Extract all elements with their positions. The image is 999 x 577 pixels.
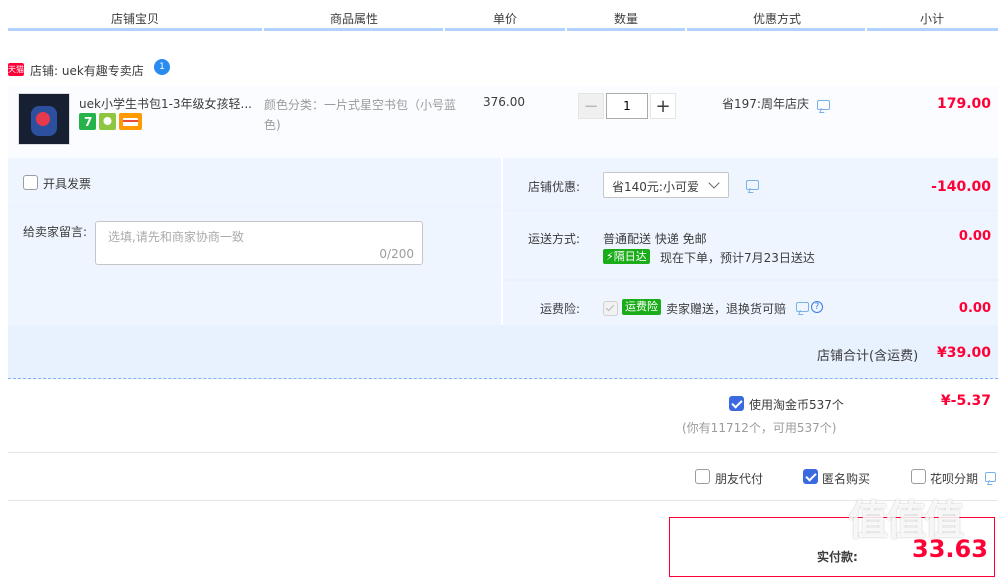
invoice-checkbox[interactable] [23,175,38,190]
col-subtotal: 小计 [920,12,945,26]
column-header: 店铺宝贝 商品属性 单价 数量 优惠方式 小计 [0,0,999,30]
quantity-stepper: − 1 + [578,93,676,119]
unit-price: 376.00 [483,95,525,109]
header-underline [264,28,443,31]
shop-discount-label: 店铺优惠: [528,180,581,194]
col-shop-item: 店铺宝贝 [111,12,160,26]
divider [8,452,998,453]
shipping-method: 普通配送 快递 免邮 [603,232,707,246]
tmall-badge-icon: 天猫 [8,63,24,76]
huabei-label: 花呗分期 [930,472,979,486]
shipping-amount: 0.00 [958,229,991,244]
shop-discount-value: 省140元:小可爱 [612,180,699,194]
anonymous-label: 匿名购买 [822,472,871,486]
service-guarantee-icon [99,113,116,130]
svg-text:7: 7 [84,115,92,129]
insurance-text: 卖家赠送，退换货可赔 [666,302,787,316]
col-unit-price: 单价 [493,12,518,26]
item-subtotal: 179.00 [936,96,991,112]
header-underline [8,28,262,31]
discount-comment-icon[interactable] [746,180,759,190]
promo-comment-icon[interactable] [817,100,830,110]
header-underline [687,28,865,31]
shipping-label: 运送方式: [528,232,581,246]
qty-minus-button[interactable]: − [578,93,604,119]
delivery-estimate: 现在下单，预计7月23日送达 [660,251,815,265]
col-quantity: 数量 [614,12,639,26]
invoice-label: 开具发票 [43,177,92,191]
col-attributes: 商品属性 [330,12,379,26]
friend-pay-label: 朋友代付 [715,472,764,486]
chevron-down-icon [708,177,720,189]
friend-pay-checkbox[interactable] [695,469,710,484]
shop-name-link[interactable]: 店铺: uek有趣专卖店 [30,62,144,79]
insurance-comment-icon[interactable] [796,302,809,312]
coins-amount: ¥-5.37 [940,393,991,409]
anonymous-checkbox[interactable] [803,469,818,484]
message-placeholder: 选填,请先和商家协商一致 [108,230,244,244]
item-promotion: 省197:周年店庆 [722,97,809,111]
header-underline [867,28,998,31]
insurance-amount: 0.00 [958,301,991,316]
next-day-badge: ⚡隔日达 [603,249,650,264]
pay-label: 实付款: [817,550,858,564]
huabei-comment-icon[interactable] [985,472,996,482]
insurance-checkbox [603,301,618,316]
message-label: 给卖家留言: [23,225,88,239]
service-7day-icon: 7 [79,113,96,130]
wangwang-chat-icon[interactable]: 1 [154,59,170,75]
coins-checkbox[interactable] [729,396,744,411]
shop-discount-amount: -140.00 [931,179,991,195]
next-day-badge-text: 隔日达 [613,250,647,263]
coins-available: (你有11712个，可用537个) [682,421,837,435]
shop-total-amount: ¥39.00 [936,345,991,361]
header-underline [567,28,685,31]
message-textarea[interactable]: 选填,请先和商家协商一致 0/200 [95,221,423,265]
insurance-label: 运费险: [540,302,581,316]
qty-input[interactable]: 1 [606,93,648,119]
huabei-checkbox[interactable] [911,469,926,484]
coins-label: 使用淘金币537个 [749,398,844,412]
help-icon[interactable]: ? [811,301,823,313]
shop-discount-select[interactable]: 省140元:小可爱 [603,172,729,198]
credit-card-icon [119,113,142,130]
col-discount: 优惠方式 [753,12,802,26]
product-thumbnail[interactable] [18,93,70,145]
watermark: 值值值 [848,498,964,544]
qty-plus-button[interactable]: + [650,93,676,119]
message-counter: 0/200 [379,247,414,261]
shop-total-label: 店铺合计(含运费) [817,349,919,364]
backpack-star-print [36,112,50,126]
product-properties: 颜色分类：一片式星空书包（小号蓝色) [264,98,457,132]
header-underline [445,28,565,31]
product-title-link[interactable]: uek小学生书包1-3年级女孩轻... [79,95,259,112]
insurance-badge: 运费险 [622,299,661,315]
vertical-divider [501,158,503,325]
